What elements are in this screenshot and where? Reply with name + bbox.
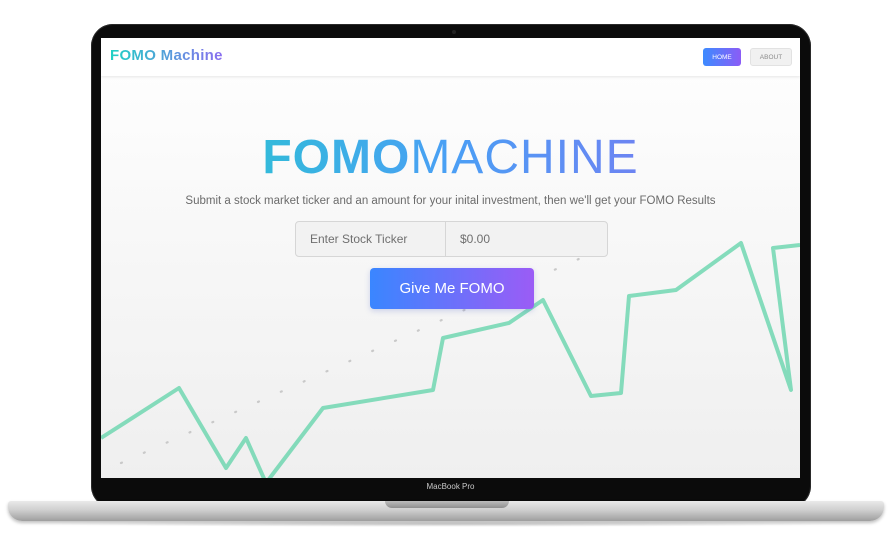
- camera-icon: [452, 30, 456, 34]
- nav-about-button[interactable]: ABOUT: [750, 48, 792, 66]
- hero-title: FOMOMACHINE: [101, 130, 800, 186]
- background-stock-chart: [101, 241, 800, 478]
- give-me-fomo-button[interactable]: Give Me FOMO: [370, 268, 534, 309]
- investment-amount-input[interactable]: [446, 222, 607, 256]
- device-label: MacBook Pro: [426, 482, 475, 491]
- stock-ticker-input[interactable]: [296, 222, 446, 256]
- screen-bottom-bezel: MacBook Pro: [101, 478, 800, 500]
- hero-title-bold: FOMO: [262, 131, 411, 184]
- hero-subtitle: Submit a stock market ticker and an amou…: [185, 195, 716, 207]
- browser-screen: FOMO Machine HOME ABOUT FOMOMACHINE Subm…: [101, 38, 800, 478]
- investment-form: [295, 221, 608, 257]
- nav-home-button[interactable]: HOME: [703, 48, 741, 66]
- navbar: FOMO Machine HOME ABOUT: [101, 38, 800, 76]
- hero-title-light: MACHINE: [410, 131, 639, 184]
- brand-logo[interactable]: FOMO Machine: [110, 47, 223, 64]
- laptop-notch: [385, 501, 509, 508]
- laptop-shadow: [40, 521, 852, 527]
